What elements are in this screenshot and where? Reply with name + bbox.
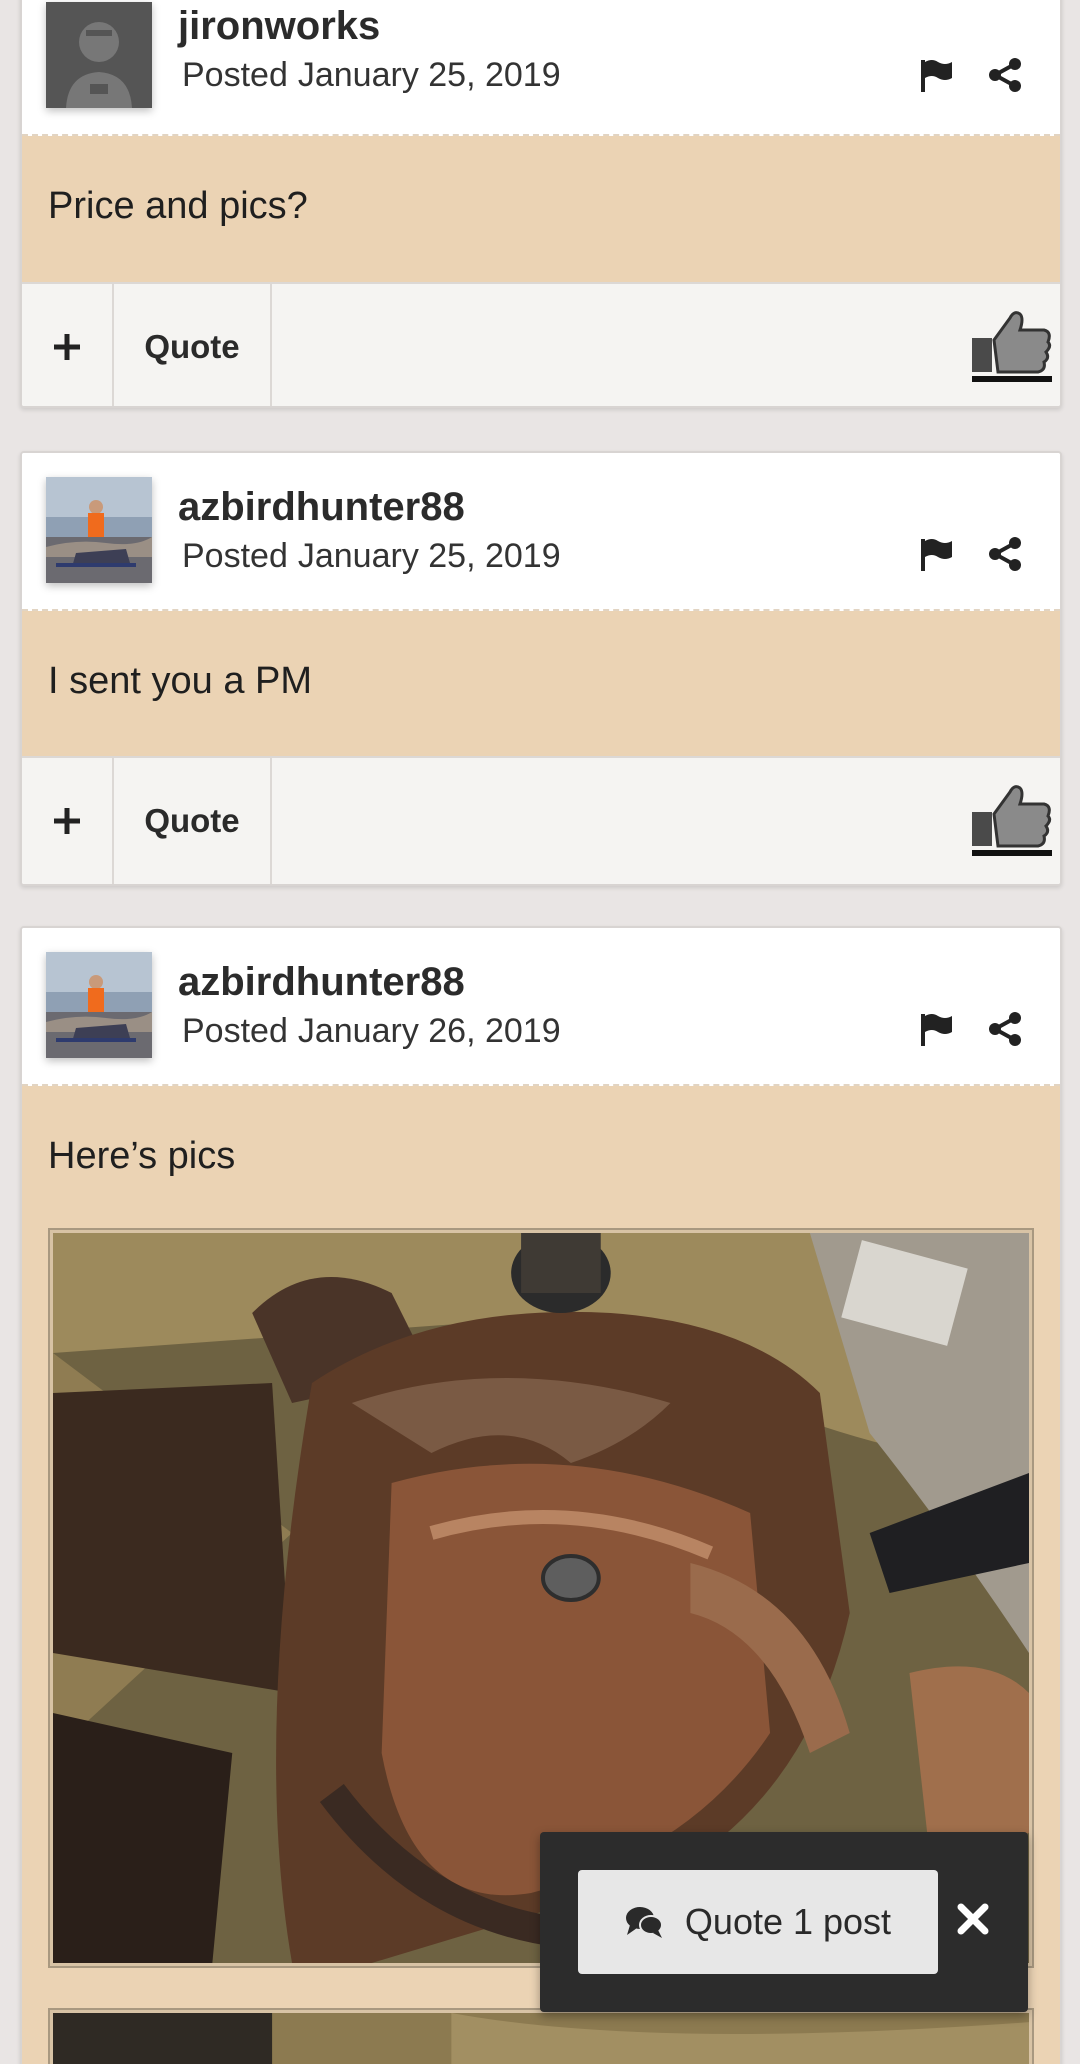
comments-icon xyxy=(625,1907,663,1938)
post-header-actions xyxy=(918,56,1024,94)
close-icon[interactable] xyxy=(956,1902,990,1936)
post-header: jironworks Posted January 25, 2019 xyxy=(22,0,1060,136)
post-header-actions xyxy=(918,535,1024,573)
post-text: Price and pics? xyxy=(48,185,308,227)
post-header: azbirdhunter88 Posted January 25, 2019 xyxy=(22,453,1060,611)
post-author[interactable]: jironworks xyxy=(178,4,380,49)
post-author[interactable]: azbirdhunter88 xyxy=(178,485,465,530)
plus-icon xyxy=(54,334,80,360)
post-footer: Quote xyxy=(22,756,1060,884)
hunter-photo-avatar[interactable] xyxy=(46,952,152,1058)
posted-label: Posted xyxy=(182,56,288,94)
posted-date[interactable]: January 25, 2019 xyxy=(298,537,561,576)
quote-selected-posts-button[interactable]: Quote 1 post xyxy=(578,1870,938,1974)
posted-label: Posted xyxy=(182,537,288,575)
share-icon[interactable] xyxy=(986,56,1024,94)
quote-button[interactable]: Quote xyxy=(114,284,272,406)
post-text: I sent you a PM xyxy=(48,660,313,702)
add-reaction-button[interactable] xyxy=(22,758,114,884)
thumbs-up-icon[interactable] xyxy=(972,308,1052,382)
post-date: Posted January 25, 2019 xyxy=(182,537,561,576)
quote-popup-label: Quote 1 post xyxy=(684,1901,892,1942)
share-icon[interactable] xyxy=(986,1010,1024,1048)
post-body: I sent you a PM xyxy=(22,611,1060,756)
post-date: Posted January 26, 2019 xyxy=(182,1012,561,1051)
flag-icon[interactable] xyxy=(918,1010,956,1048)
flag-icon[interactable] xyxy=(918,56,956,94)
default-user-avatar[interactable] xyxy=(46,2,152,108)
post-author[interactable]: azbirdhunter88 xyxy=(178,960,465,1005)
saddle-photo-second[interactable] xyxy=(48,2008,1034,2064)
post-text: Here’s pics xyxy=(48,1135,236,1177)
hunter-photo-avatar[interactable] xyxy=(46,477,152,583)
post-footer: Quote xyxy=(22,282,1060,406)
flag-icon[interactable] xyxy=(918,535,956,573)
posted-label: Posted xyxy=(182,1012,288,1050)
add-reaction-button[interactable] xyxy=(22,284,114,406)
multiquote-popup: Quote 1 post xyxy=(540,1832,1028,2012)
thumbs-up-icon[interactable] xyxy=(972,782,1052,856)
post-body: Price and pics? xyxy=(22,136,1060,282)
post-date: Posted January 25, 2019 xyxy=(182,56,561,95)
posted-date[interactable]: January 26, 2019 xyxy=(298,1012,561,1051)
plus-icon xyxy=(54,808,80,834)
post-header-actions xyxy=(918,1010,1024,1048)
post-header: azbirdhunter88 Posted January 26, 2019 xyxy=(22,928,1060,1086)
post-2: azbirdhunter88 Posted January 25, 2019 I… xyxy=(20,451,1062,886)
share-icon[interactable] xyxy=(986,535,1024,573)
posted-date[interactable]: January 25, 2019 xyxy=(298,56,561,95)
post-1: jironworks Posted January 25, 2019 Price… xyxy=(20,0,1062,408)
quote-button[interactable]: Quote xyxy=(114,758,272,884)
